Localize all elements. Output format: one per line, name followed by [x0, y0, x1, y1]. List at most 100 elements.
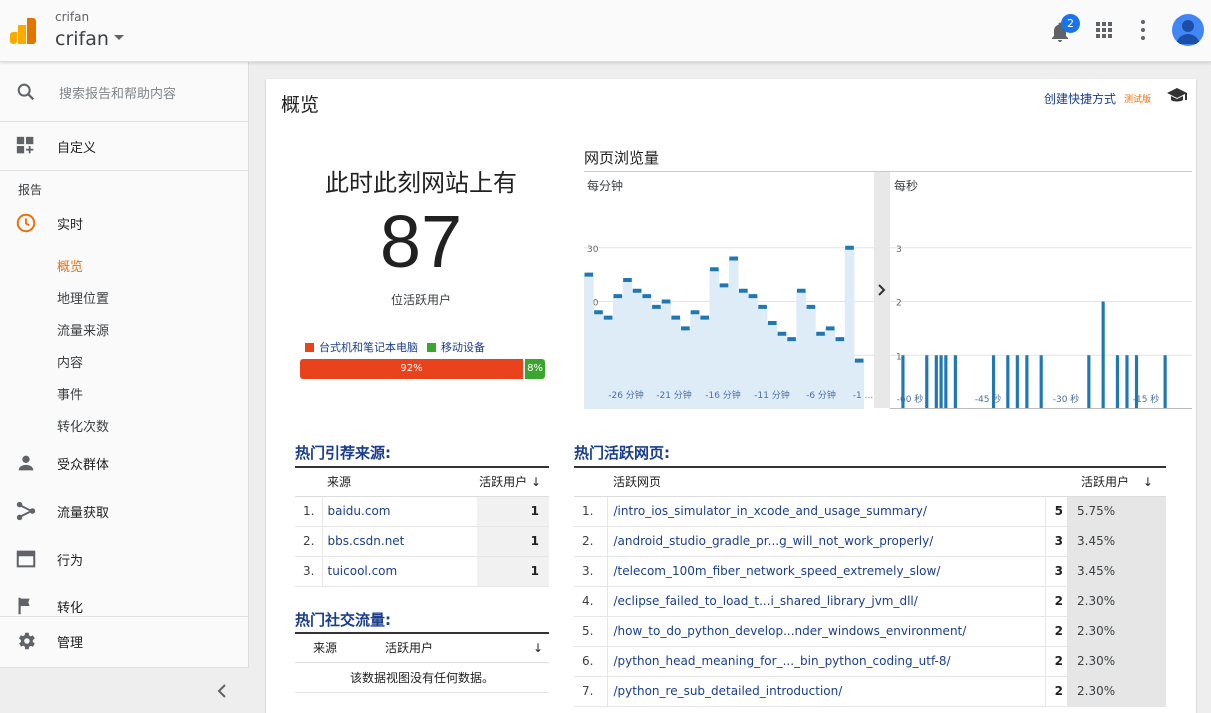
- bar: [939, 355, 943, 409]
- active-page-link[interactable]: /python_head_meaning_for_..._bin_python_…: [614, 654, 951, 668]
- active-users-value: 5: [1044, 496, 1067, 527]
- sidebar-subitem-traffic-sources[interactable]: 流量来源: [57, 320, 109, 339]
- active-page-link[interactable]: /telecom_100m_fiber_network_speed_extrem…: [614, 564, 941, 578]
- row-rank: 1.: [574, 496, 608, 527]
- top-pages-table: 活跃网页 活跃用户 ↓ 1. /intro_ios_simulator_in_xc…: [574, 466, 1166, 707]
- data-point: [681, 326, 690, 331]
- sidebar-item-behavior[interactable]: 行为: [0, 539, 249, 579]
- referral-source-link[interactable]: tuicool.com: [328, 564, 398, 578]
- sidebar-item-realtime[interactable]: 实时: [0, 203, 249, 243]
- analytics-logo-icon[interactable]: [10, 18, 36, 44]
- bar: [1039, 355, 1043, 409]
- data-point: [710, 267, 719, 272]
- active-page-link[interactable]: /android_studio_gradle_pr...g_will_not_w…: [614, 534, 934, 548]
- active-users-value: 2: [1044, 586, 1067, 617]
- table-row: 1. baidu.com 1: [295, 496, 549, 527]
- column-header-label: 活跃用户: [1081, 475, 1130, 490]
- data-point: [738, 288, 748, 293]
- data-point: [623, 278, 632, 282]
- sidebar-subitem-content[interactable]: 内容: [57, 352, 83, 371]
- create-shortcut-link[interactable]: 创建快捷方式: [1044, 90, 1116, 107]
- sidebar-item-conversions[interactable]: 转化: [0, 586, 249, 626]
- x-tick-label: -1 ...: [853, 391, 873, 401]
- data-point: [632, 288, 642, 293]
- table-row: 5. /how_to_do_python_develop...nder_windo…: [574, 616, 1166, 647]
- chart-expand-handle[interactable]: [874, 171, 890, 408]
- person-icon: [18, 455, 34, 471]
- active-page-link[interactable]: /python_re_sub_detailed_introduction/: [614, 684, 843, 698]
- column-header-active-users[interactable]: 活跃用户 ↓: [477, 467, 549, 497]
- column-header-source[interactable]: 来源: [295, 633, 355, 663]
- property-selector[interactable]: crifan: [55, 28, 109, 50]
- bar: [1125, 355, 1129, 409]
- data-point: [787, 337, 796, 342]
- data-point: [825, 326, 835, 331]
- page-title: 概览: [281, 94, 320, 116]
- legend-mobile: 移动设备: [427, 339, 485, 355]
- data-point: [719, 283, 729, 288]
- gear-icon: [19, 632, 35, 650]
- legend-desktop: 台式机和笔记本电脑: [305, 339, 418, 355]
- per-second-svg: 3 2 1 -60 秒 -45 秒 -30 秒 -15 秒: [890, 245, 1192, 409]
- arrow-down-icon: ↓: [530, 475, 541, 490]
- chevron-left-icon: [217, 684, 226, 698]
- data-point: [603, 315, 613, 320]
- active-page-link[interactable]: /how_to_do_python_develop...nder_windows…: [614, 624, 967, 638]
- apps-grid-icon[interactable]: [1096, 22, 1112, 38]
- table-row: 4. /eclipse_failed_to_load_t...i_shared_l…: [574, 586, 1166, 617]
- more-vert-icon[interactable]: [1138, 20, 1148, 40]
- active-users-percent: 2.30%: [1067, 676, 1166, 707]
- per-minute-svg: 302010-26 分钟-21 分钟-16 分钟-11 分钟-6 分钟-1 ..…: [584, 245, 874, 409]
- data-point: [642, 294, 652, 299]
- mobile-segment: 8%: [525, 359, 545, 379]
- chevron-right-icon: [878, 284, 886, 296]
- avatar[interactable]: [1172, 14, 1204, 46]
- referral-source-link[interactable]: bbs.csdn.net: [328, 534, 405, 548]
- column-header-active-users[interactable]: 活跃用户: [355, 633, 527, 663]
- sidebar-item-acquisition[interactable]: 流量获取: [0, 491, 249, 531]
- data-point: [758, 304, 767, 309]
- sidebar-item-admin[interactable]: 管理: [0, 621, 249, 661]
- sidebar-subitem-conversions[interactable]: 转化次数: [57, 416, 109, 435]
- column-header-active-users[interactable]: 活跃用户 ↓: [1067, 467, 1166, 497]
- bar: [1015, 355, 1019, 409]
- sidebar-item-label: 实时: [57, 218, 84, 233]
- sidebar-item-audience[interactable]: 受众群体: [0, 443, 249, 483]
- x-tick-label: -26 分钟: [608, 389, 644, 401]
- reports-section-label: 报告: [18, 183, 43, 197]
- collapse-sidebar-button[interactable]: [0, 667, 249, 713]
- referral-source-link[interactable]: baidu.com: [328, 504, 391, 518]
- top-social-title: 热门社交流量:: [295, 611, 391, 629]
- data-point: [816, 331, 825, 336]
- search-input[interactable]: 搜索报告和帮助内容: [59, 83, 176, 102]
- data-point: [748, 294, 758, 299]
- sidebar-subitem-events[interactable]: 事件: [57, 384, 83, 403]
- sidebar-item-label: 自定义: [57, 141, 97, 156]
- device-split-bar: 92% 8%: [300, 359, 545, 379]
- row-rank: 1.: [295, 496, 323, 527]
- sidebar-subitem-overview[interactable]: 概览: [57, 256, 83, 275]
- sidebar-item-customize[interactable]: 自定义: [0, 126, 249, 166]
- active-users-label: 位活跃用户: [390, 293, 451, 307]
- arrow-down-icon[interactable]: ↓: [527, 633, 549, 663]
- active-users-value: 1: [477, 526, 549, 557]
- graduation-cap-icon[interactable]: [1166, 86, 1188, 104]
- table-row: 3. tuicool.com 1: [295, 556, 549, 587]
- x-tick-label: -30 秒: [1053, 393, 1080, 405]
- notification-badge: 2: [1061, 14, 1080, 33]
- active-page-link[interactable]: /eclipse_failed_to_load_t...i_shared_lib…: [614, 594, 918, 608]
- data-point: [700, 315, 710, 320]
- sidebar-subitem-locations[interactable]: 地理位置: [57, 288, 109, 307]
- active-users-heading: 此时此刻网站上有: [325, 169, 517, 197]
- column-header-source[interactable]: 来源: [322, 467, 477, 497]
- empty-message: 该数据视图没有任何数据。: [295, 662, 549, 693]
- x-tick-label: -16 分钟: [705, 389, 741, 401]
- search-row[interactable]: 搜索报告和帮助内容: [0, 62, 249, 122]
- caret-down-icon[interactable]: [114, 35, 124, 40]
- active-page-link[interactable]: /intro_ios_simulator_in_xcode_and_usage_…: [614, 504, 927, 518]
- per-second-label: 每秒: [894, 179, 919, 193]
- divider: [0, 616, 249, 617]
- active-users-value: 1: [477, 556, 549, 587]
- column-header-page[interactable]: 活跃网页: [607, 467, 1045, 497]
- data-point: [806, 304, 816, 309]
